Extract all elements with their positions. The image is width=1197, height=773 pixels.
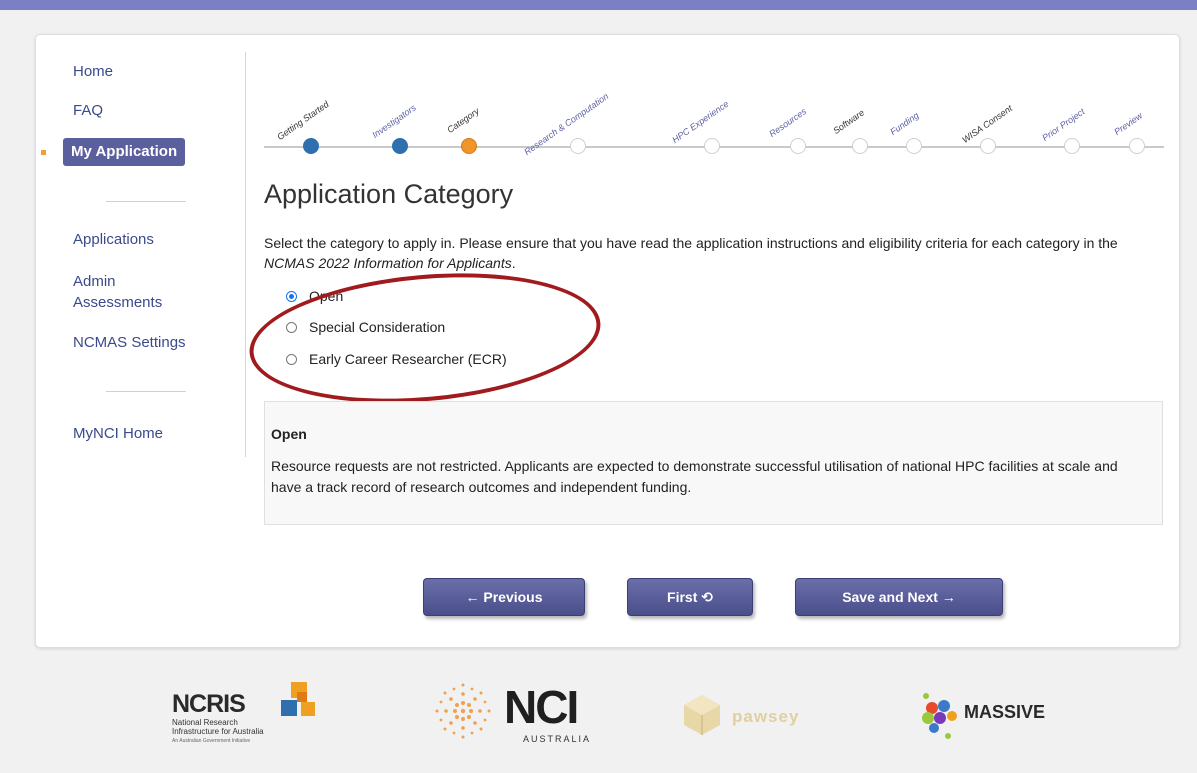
- nci-wordmark: NCI: [504, 681, 579, 733]
- step-dot-funding[interactable]: [906, 138, 922, 154]
- nci-sunburst-icon: [435, 683, 491, 739]
- sidebar-divider: [106, 201, 186, 202]
- step-dot-preview[interactable]: [1129, 138, 1145, 154]
- sidebar-item-applications[interactable]: Applications: [73, 229, 154, 251]
- application-card: Home FAQ My Application Applications Adm…: [35, 34, 1180, 648]
- page-title: Application Category: [264, 179, 514, 209]
- category-description-box: Open Resource requests are not restricte…: [264, 401, 1163, 525]
- instructions-part2: .: [511, 255, 516, 271]
- step-label-hpc-experience: HPC Experience: [670, 98, 731, 145]
- sidebar-item-my-application[interactable]: My Application: [63, 138, 186, 166]
- step-label-category: Category: [445, 105, 481, 135]
- pawsey-cube-icon: [684, 695, 720, 735]
- step-label-investigators: Investigators: [370, 102, 418, 140]
- ncris-blocks-icon: [281, 682, 315, 716]
- step-dot-investigators[interactable]: [392, 138, 408, 154]
- instructions-text: Select the category to apply in. Please …: [264, 233, 1169, 273]
- step-dot-category[interactable]: [461, 138, 477, 154]
- step-dot-prior-project[interactable]: [1064, 138, 1080, 154]
- sidebar-nav: Home FAQ My Application Applications Adm…: [36, 35, 246, 465]
- ncris-subtitle-2: Infrastructure for Australia: [172, 727, 264, 736]
- instructions-document-link: NCMAS 2022 Information for Applicants: [264, 255, 512, 271]
- step-label-resources: Resources: [767, 106, 809, 139]
- sidebar-item-faq[interactable]: FAQ: [73, 100, 103, 122]
- sidebar-item-home[interactable]: Home: [73, 61, 113, 83]
- step-dot-resources[interactable]: [790, 138, 806, 154]
- sidebar-item-admin-assessments[interactable]: Admin Assessments: [73, 271, 193, 313]
- category-description-text: Resource requests are not restricted. Ap…: [271, 458, 1118, 495]
- highlight-annotation-ellipse: [244, 259, 606, 417]
- active-indicator: [41, 150, 46, 155]
- step-label-prior-project: Prior Project: [1040, 106, 1087, 143]
- sidebar-item-ncmas-settings[interactable]: NCMAS Settings: [73, 332, 186, 354]
- radio-button-open[interactable]: [286, 290, 297, 302]
- step-dot-wisa-consent[interactable]: [980, 138, 996, 154]
- step-dot-research-computation[interactable]: [570, 138, 586, 154]
- step-dot-hpc-experience[interactable]: [704, 138, 720, 154]
- nci-subtitle: AUSTRALIA: [523, 734, 592, 744]
- step-label-preview: Preview: [1112, 110, 1145, 137]
- massive-cluster-icon: [922, 693, 957, 739]
- sidebar-separator: [245, 52, 246, 457]
- sidebar-item-mynci-home[interactable]: MyNCI Home: [73, 423, 163, 445]
- ncris-logo: NCRIS National Research Infrastructure f…: [172, 678, 342, 768]
- instructions-part1: Select the category to apply in. Please …: [264, 235, 1118, 251]
- step-label-getting-started: Getting Started: [275, 99, 331, 142]
- ncris-wordmark: NCRIS: [172, 690, 246, 718]
- first-button[interactable]: First ⟲: [627, 578, 753, 616]
- nci-logo: NCI AUSTRALIA: [428, 676, 598, 766]
- pawsey-logo: pawsey: [682, 693, 832, 743]
- ncris-subtitle-1: National Research: [172, 718, 238, 727]
- step-label-funding: Funding: [888, 110, 921, 137]
- previous-button[interactable]: ← Previous: [423, 578, 585, 616]
- save-and-next-button[interactable]: Save and Next →: [795, 578, 1003, 616]
- pawsey-wordmark: pawsey: [732, 707, 800, 726]
- category-description-title: Open: [271, 426, 307, 442]
- top-accent-bar: [0, 0, 1197, 10]
- sidebar-divider: [106, 391, 186, 392]
- step-dot-getting-started[interactable]: [303, 138, 319, 154]
- step-label-software: Software: [831, 107, 867, 136]
- massive-logo: MASSIVE: [918, 690, 1078, 746]
- ncris-subtitle-3: An Australian Government Initiative: [172, 738, 251, 744]
- massive-wordmark: MASSIVE: [964, 702, 1046, 722]
- step-dot-software[interactable]: [852, 138, 868, 154]
